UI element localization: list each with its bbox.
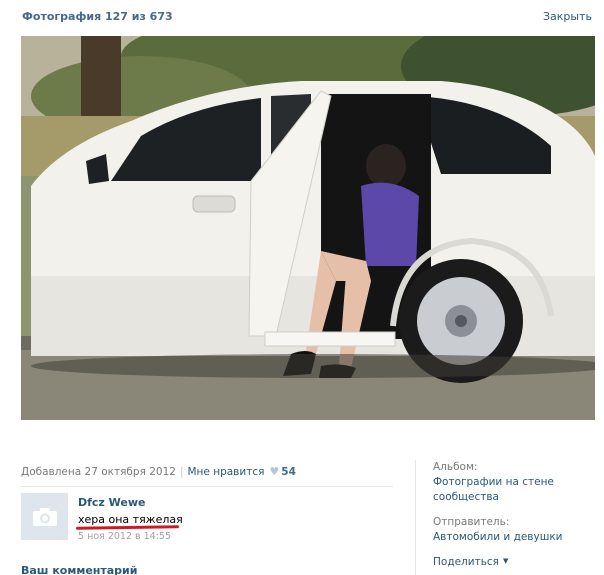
red-underline-mark [75,525,180,530]
meta-separator: | [179,466,184,478]
close-button[interactable]: Закрыть [543,10,592,23]
comment-author[interactable]: Dfcz Wewe [78,496,146,509]
photo-image[interactable] [21,36,595,420]
photo-illustration [21,36,595,420]
album-link[interactable]: Фотографии на стене сообщества [433,475,593,505]
sender-info: Отправитель: Автомобили и девушки [433,515,593,545]
sidebar-divider [415,460,416,575]
photo-meta: Добавлена 27 октября 2012 | Мне нравится ♥ 5… [21,465,296,478]
viewer-header: Фотография 127 из 673 Закрыть [0,0,604,34]
album-info: Альбом: Фотографии на стене сообщества [433,460,593,505]
like-button[interactable]: Мне нравится [188,466,265,478]
comment-avatar[interactable] [21,493,68,540]
comment-text: хера она тяжелая [78,513,183,526]
comment-date[interactable]: 5 ноя 2012 в 14:55 [78,531,171,542]
share-label: Поделиться [433,556,499,568]
likes-count[interactable]: 54 [281,466,296,478]
meta-divider [21,486,393,487]
comment-item: Dfcz Wewe хера она тяжелая 5 ноя 2012 в … [21,493,393,547]
heart-icon[interactable]: ♥ [269,465,279,478]
sender-label: Отправитель: [433,516,510,528]
album-label: Альбом: [433,461,478,473]
added-date: Добавлена 27 октября 2012 [21,466,176,478]
camera-icon [32,507,57,526]
chevron-down-icon: ▼ [502,557,509,565]
your-comment-label: Ваш комментарий [21,564,138,575]
sender-link[interactable]: Автомобили и девушки [433,530,593,545]
photo-counter-title: Фотография 127 из 673 [22,10,173,23]
share-button[interactable]: Поделиться ▼ [433,556,508,568]
